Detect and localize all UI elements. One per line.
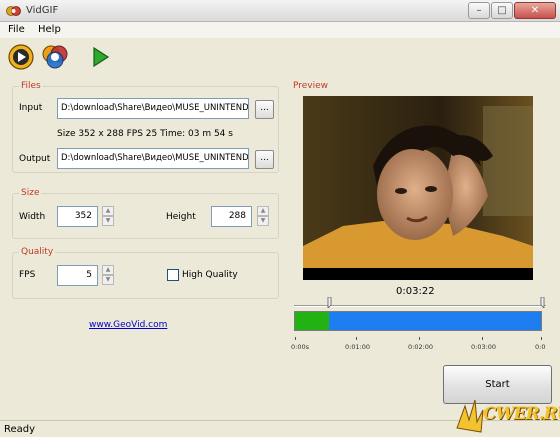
preview-time: 0:03:22 — [396, 286, 435, 297]
timeline-progress-bar[interactable] — [294, 311, 542, 331]
height-label: Height — [166, 212, 196, 222]
high-quality-checkbox[interactable] — [167, 269, 179, 281]
range-end-handle[interactable] — [540, 297, 545, 308]
batch-open-icon[interactable] — [41, 43, 69, 71]
timeline-tick-label: 0:01:00 — [345, 343, 371, 351]
width-field[interactable]: 352 — [57, 206, 98, 227]
input-browse-button[interactable]: ... — [255, 100, 274, 119]
timeline-tick — [295, 337, 296, 340]
output-label: Output — [19, 154, 51, 164]
fps-label: FPS — [19, 270, 36, 280]
high-quality-label: High Quality — [182, 270, 238, 280]
timeline-progress-fill — [295, 312, 329, 330]
title-bar: VidGIF – □ ✕ — [0, 0, 560, 22]
fps-spinner[interactable]: ▲ ▼ — [102, 265, 114, 286]
close-button[interactable]: ✕ — [514, 2, 556, 19]
size-group-title: Size — [19, 188, 42, 198]
quality-group-title: Quality — [19, 247, 56, 257]
minimize-button[interactable]: – — [468, 2, 490, 19]
window-title: VidGIF — [26, 5, 59, 16]
range-start-handle[interactable] — [327, 297, 332, 308]
quality-group — [12, 252, 279, 299]
output-browse-button[interactable]: ... — [255, 150, 274, 169]
fps-field[interactable]: 5 — [57, 265, 98, 286]
output-path-field[interactable]: D:\download\Share\Видео\MUSE_UNINTENDED — [57, 148, 249, 169]
width-spinner[interactable]: ▲ ▼ — [102, 206, 114, 227]
input-label: Input — [19, 103, 43, 113]
preview-video — [303, 96, 533, 280]
preview-title: Preview — [291, 81, 331, 91]
timeline-tick-label: 0:0 — [535, 343, 546, 351]
status-text: Ready — [4, 424, 36, 435]
files-group-title: Files — [19, 81, 43, 91]
watermark-text: CWER.RU — [483, 404, 560, 424]
play-icon[interactable] — [86, 43, 114, 71]
timeline-tick — [482, 337, 483, 340]
height-field[interactable]: 288 — [211, 206, 252, 227]
menu-help[interactable]: Help — [38, 24, 61, 35]
menu-file[interactable]: File — [8, 24, 25, 35]
height-spinner[interactable]: ▲ ▼ — [257, 206, 269, 227]
app-icon — [6, 6, 21, 16]
input-info-text: Size 352 x 288 FPS 25 Time: 03 m 54 s — [57, 129, 233, 139]
timeline-tick-label: 0:03:00 — [471, 343, 497, 351]
timeline-tick — [419, 337, 420, 340]
maximize-button[interactable]: □ — [491, 2, 513, 19]
menu-bar: File Help — [0, 22, 560, 38]
timeline-tick-label: 0:02:00 — [408, 343, 434, 351]
width-label: Width — [19, 212, 46, 222]
geovid-link[interactable]: www.GeoVid.com — [89, 320, 167, 330]
timeline-tick-label: 0:00s — [291, 343, 309, 351]
open-video-icon[interactable] — [7, 43, 35, 71]
video-frame-image — [303, 96, 533, 280]
timeline-tick — [356, 337, 357, 340]
input-path-field[interactable]: D:\download\Share\Видео\MUSE_UNINTENDED — [57, 98, 249, 119]
timeline-tick — [541, 337, 542, 340]
